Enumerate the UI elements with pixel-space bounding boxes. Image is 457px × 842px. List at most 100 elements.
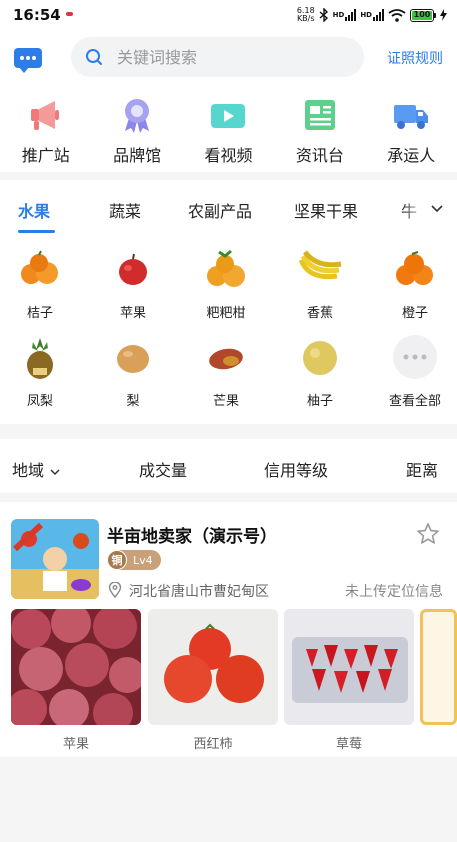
pomelo-image [303,341,337,375]
category-label: 粑粑柑 [206,306,246,321]
quick-nav: 推广站 品牌馆 看视频 资讯台 承运人 [0,86,457,172]
category-tabs: 水果 蔬菜 农副产品 坚果干果 牛 [0,180,457,236]
battery-level: 100 [412,9,432,20]
search-bar[interactable] [71,37,364,77]
nav-promotion[interactable]: 推广站 [0,86,91,172]
hd-label-2: HD [360,11,372,19]
category-label: 苹果 [119,306,146,321]
nav-carrier[interactable]: 承运人 [366,86,457,172]
product-card-apple[interactable]: 苹果 [11,609,141,752]
category-item-pineapple[interactable]: 凤梨 [5,334,75,409]
nav-label: 资讯台 [295,146,344,165]
ponkan-image [207,249,245,287]
level-seal: 铜 [107,550,127,570]
status-time: 16:54 [13,6,61,24]
chevron-down-icon[interactable] [431,202,443,214]
battery-icon: 100 [410,8,436,22]
filter-region[interactable]: 地域 [12,457,60,481]
category-label: 桔子 [26,306,53,321]
nav-news[interactable]: 资讯台 [274,86,365,172]
product-list: 苹果 西红柿 草莓 [11,609,457,752]
shop-avatar [11,519,99,599]
shop-card[interactable]: 半亩地卖家（演示号） 铜 Lv4 河北省唐山市曹妃甸区 未上传定位信息 苹果 西… [0,502,457,757]
category-label: 凤梨 [26,394,53,409]
category-label: 柚子 [306,394,333,409]
product-image-strawberry [284,609,414,725]
tabs-fade [399,194,429,224]
net-speed: 6.18 KB/s [297,7,315,23]
nav-label: 推广站 [21,146,70,165]
banana-image [298,250,342,280]
filter-credit[interactable]: 信用等级 [264,457,328,481]
tab-agri-products[interactable]: 农副产品 [188,198,252,222]
signal-icon-2 [373,9,384,21]
product-label: 苹果 [62,737,89,752]
product-card-tomato[interactable]: 西红柿 [148,609,278,752]
bluetooth-icon [319,8,328,22]
megaphone-icon [30,101,59,130]
category-label: 查看全部 [388,394,441,409]
level-badge: 铜 Lv4 [107,550,161,570]
notification-dot-icon [66,12,73,16]
top-header: 证照规则 [0,30,457,86]
charging-icon [440,9,447,21]
star-icon[interactable] [416,522,440,546]
tangerine-image [21,250,58,284]
nav-label: 承运人 [387,146,436,165]
category-item-mango[interactable]: 芒果 [191,334,261,409]
search-input[interactable] [117,37,347,77]
search-icon [86,49,102,65]
nav-brand-hall[interactable]: 品牌馆 [91,86,182,172]
category-label: 梨 [126,394,140,409]
message-icon[interactable] [14,48,42,73]
newspaper-icon [304,100,335,130]
category-panel: 水果 蔬菜 农副产品 坚果干果 牛 桔子 苹果 [0,180,457,424]
filter-volume[interactable]: 成交量 [139,457,187,481]
product-image-apple [11,609,141,725]
net-speed-unit: KB/s [296,14,315,23]
tab-fruit[interactable]: 水果 [18,198,50,222]
location-status: 未上传定位信息 [345,584,443,600]
wifi-icon [388,8,406,22]
category-item-pomelo[interactable]: 柚子 [285,334,355,409]
nav-label: 品牌馆 [113,146,162,165]
chevron-down-icon [50,468,60,475]
level-text: Lv4 [133,553,153,567]
category-item-view-all[interactable]: 查看全部 [380,334,450,409]
category-label: 香蕉 [306,306,333,321]
filter-label: 地域 [12,461,45,480]
nav-watch-video[interactable]: 看视频 [183,86,274,172]
video-camera-icon [211,104,246,128]
category-item-apple[interactable]: 苹果 [98,246,168,321]
hd-label-1: HD [332,11,345,19]
shop-location: 河北省唐山市曹妃甸区 [129,584,269,600]
shop-name[interactable]: 半亩地卖家（演示号） [107,522,277,547]
license-rules-link[interactable]: 证照规则 [387,48,443,68]
status-indicators: 6.18 KB/s HD HD 100 [297,6,447,24]
category-label: 橙子 [401,306,428,321]
product-label: 西红柿 [193,737,233,752]
tab-nuts[interactable]: 坚果干果 [294,198,358,222]
filter-distance[interactable]: 距离 [406,457,438,481]
filter-bar: 地域 成交量 信用等级 距离 [0,439,457,493]
category-item-ponkan[interactable]: 粑粑柑 [191,246,261,321]
nav-label: 看视频 [204,146,253,165]
more-dots-icon [393,335,437,379]
truck-icon [394,105,429,129]
mango-image [209,348,243,370]
pineapple-image [27,338,53,379]
category-item-tangerine[interactable]: 桔子 [5,246,75,321]
signal-icon-1 [345,9,357,21]
product-label: 草莓 [335,737,362,752]
product-card-peek[interactable] [420,609,457,725]
product-card-strawberry[interactable]: 草莓 [284,609,414,752]
pear-image [117,345,149,373]
tab-vegetables[interactable]: 蔬菜 [109,198,141,222]
status-bar: 16:54 6.18 KB/s HD HD 100 [0,0,457,30]
orange-image [396,251,433,285]
category-item-orange[interactable]: 橙子 [380,246,450,321]
category-item-banana[interactable]: 香蕉 [285,246,355,321]
apple-image [119,253,147,285]
category-item-pear[interactable]: 梨 [98,334,168,409]
active-tab-indicator [18,230,55,233]
